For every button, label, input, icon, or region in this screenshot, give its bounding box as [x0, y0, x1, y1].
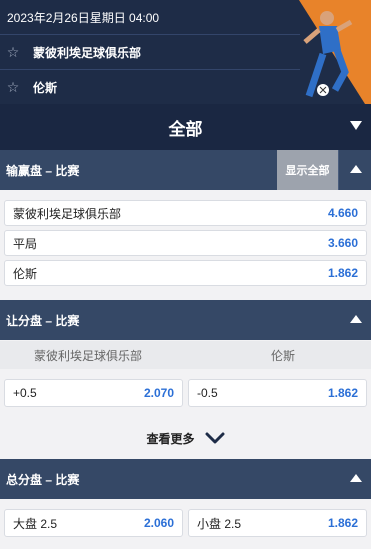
- team-row-home: ☆ 蒙彼利埃足球俱乐部: [0, 35, 300, 69]
- chevron-up-icon[interactable]: [350, 474, 362, 482]
- odds-button[interactable]: +0.5 2.070: [4, 379, 183, 407]
- favorite-star-icon[interactable]: ☆: [1, 79, 25, 96]
- chevron-down-icon: [205, 432, 224, 444]
- odds-button[interactable]: 大盘 2.5 2.060: [4, 509, 183, 537]
- market-filter-dropdown[interactable]: 全部: [0, 104, 371, 150]
- section-title: 让分盘 – 比赛: [6, 313, 80, 328]
- odds-value: 2.070: [143, 386, 174, 400]
- total-line: 小盘 2.5: [197, 516, 242, 531]
- match-header: 2023年2月26日星期日 04:00 ☆ 蒙彼利埃足球俱乐部 ☆ 伦斯: [0, 0, 371, 104]
- home-team-name: 蒙彼利埃足球俱乐部: [33, 45, 142, 60]
- favorite-star-icon[interactable]: ☆: [1, 44, 25, 61]
- handicap-column-headers: 蒙彼利埃足球俱乐部 伦斯: [0, 341, 371, 369]
- odds-value: 2.060: [143, 516, 174, 530]
- divider: [338, 150, 339, 190]
- team-row-away: ☆ 伦斯: [0, 70, 300, 104]
- chevron-up-icon[interactable]: [350, 165, 362, 173]
- odds-value: 4.660: [327, 206, 358, 220]
- away-team-name: 伦斯: [33, 80, 58, 95]
- odds-button[interactable]: 伦斯 1.862: [4, 260, 367, 286]
- odds-button[interactable]: 小盘 2.5 1.862: [188, 509, 367, 537]
- column-header-away: 伦斯: [271, 349, 296, 363]
- odds-button[interactable]: -0.5 1.862: [188, 379, 367, 407]
- selection-label: 平局: [13, 236, 38, 251]
- market-filter-label: 全部: [168, 119, 203, 139]
- odds-button[interactable]: 蒙彼利埃足球俱乐部 4.660: [4, 200, 367, 226]
- handicap-line: +0.5: [13, 386, 37, 400]
- selection-label: 伦斯: [13, 266, 38, 281]
- section-header-totals[interactable]: 总分盘 – 比赛: [0, 459, 371, 499]
- caret-down-icon: [350, 121, 362, 130]
- odds-value: 1.862: [327, 516, 358, 530]
- section-title: 输赢盘 – 比赛: [6, 163, 80, 178]
- total-line: 大盘 2.5: [13, 516, 58, 531]
- odds-button[interactable]: 平局 3.660: [4, 230, 367, 256]
- chevron-up-icon[interactable]: [350, 315, 362, 323]
- show-all-button[interactable]: 显示全部: [277, 150, 338, 190]
- see-more-label: 查看更多: [146, 431, 195, 446]
- odds-value: 1.862: [327, 386, 358, 400]
- see-more-button[interactable]: 查看更多: [0, 420, 371, 456]
- odds-value: 1.862: [327, 266, 358, 280]
- match-datetime: 2023年2月26日星期日 04:00: [7, 11, 160, 25]
- handicap-line: -0.5: [197, 386, 218, 400]
- section-header-handicap[interactable]: 让分盘 – 比赛: [0, 300, 371, 340]
- section-title: 总分盘 – 比赛: [6, 472, 80, 487]
- section-header-moneyline[interactable]: 输赢盘 – 比赛 显示全部: [0, 150, 371, 190]
- selection-label: 蒙彼利埃足球俱乐部: [13, 206, 122, 221]
- column-header-home: 蒙彼利埃足球俱乐部: [34, 349, 143, 363]
- odds-value: 3.660: [327, 236, 358, 250]
